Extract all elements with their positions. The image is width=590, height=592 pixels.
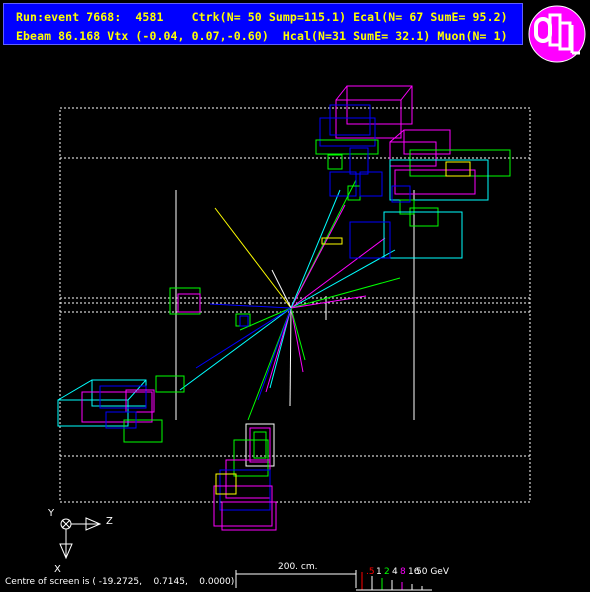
axis-indicator [59,517,102,560]
scale-bar [235,570,357,588]
mid-clusters [169,287,251,327]
opal-logo [528,5,586,63]
scale-label: 200. cm. [278,562,318,572]
tracks [179,179,401,421]
energy-scale-labels: .5 1 2 4 8 16 50 GeV [366,567,450,577]
energy-label-2: 2 [384,567,390,577]
bottom-clusters [213,423,277,531]
centre-of-screen-text: Centre of screen is ( -19.2725, 0.7145, … [5,577,235,587]
lower-left-clusters [57,375,185,443]
event-display: Y Z X .5 1 2 4 8 16 50 GeV [47,85,531,591]
energy-label-3: 4 [392,567,398,577]
event-info-line-2: Ebeam 86.168 Vtx (-0.04, 0.07,-0.60) Hca… [16,29,508,43]
energy-label-4: 8 [400,567,406,577]
upper-right-clusters [315,85,511,259]
event-info-header: Run:event 7668: 4581 Ctrk(N= 50 Sump=115… [3,3,523,45]
axis-label-y: Y [47,508,55,519]
event-info-line-1: Run:event 7668: 4581 Ctrk(N= 50 Sump=115… [16,10,508,24]
axis-label-x: X [54,564,61,575]
energy-label-1: 1 [376,567,382,577]
energy-label-6: 50 GeV [416,567,450,577]
axis-label-z: Z [106,516,113,527]
energy-label-0: .5 [366,567,375,577]
